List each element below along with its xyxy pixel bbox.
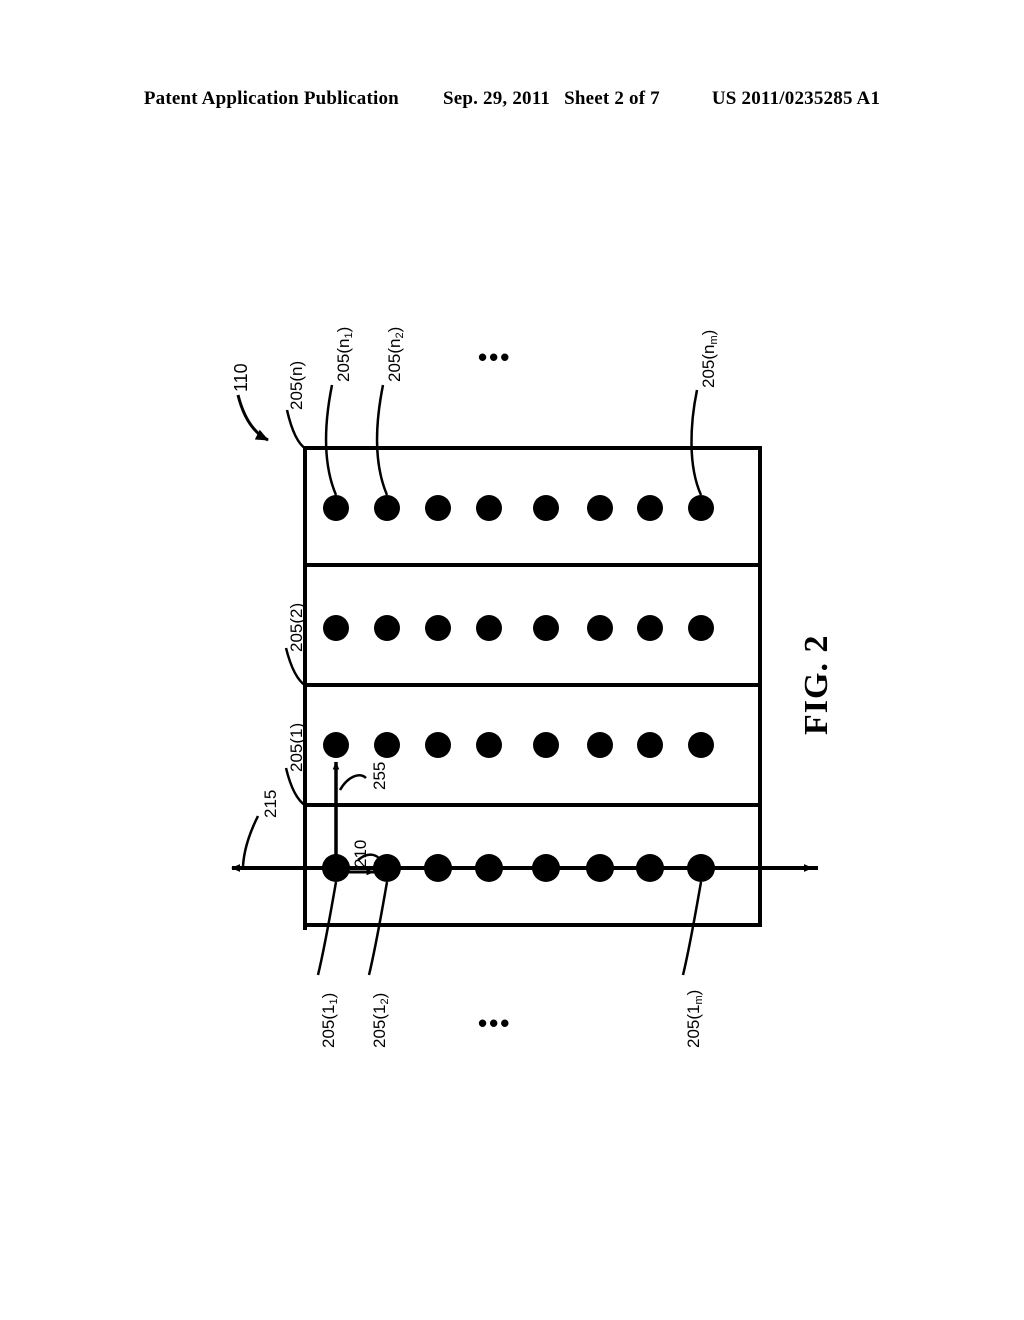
label-205-nm: 205(nm) [699,330,720,388]
label-205-n: 205(n) [287,360,306,410]
node-dot [425,732,451,758]
figure-drawing [231,384,818,976]
leader-255 [338,774,367,791]
node-dot [374,495,400,521]
label-215: 215 [261,789,280,818]
label-205-1-2: 205(12) [370,993,391,1048]
label-210: 210 [351,839,370,868]
leader-205-n [285,409,307,451]
label-205-n1-base: 205(n [334,338,353,382]
node-dot [475,854,503,882]
node-dot [688,615,714,641]
node-dot [424,854,452,882]
ellipsis-bottom: ••• [478,1008,512,1038]
node-dot [688,732,714,758]
label-205-n2-base: 205(n [385,338,404,382]
label-205-n1-sub: 1 [343,332,355,339]
label-205-1-m-sub: m [693,995,705,1005]
dot-row-n [323,495,714,521]
label-205-n2-sub: 2 [394,332,406,339]
node-dot [323,732,349,758]
leader-205-n2 [375,384,389,496]
label-205-1-1-base: 205(1 [319,1004,338,1048]
node-dot [425,495,451,521]
leader-205-n1 [324,384,338,496]
label-205-1: 205(1) [287,722,306,772]
leader-215 [241,815,260,867]
leader-110 [236,394,269,442]
leader-205-1-1 [316,881,338,976]
node-dot [637,615,663,641]
label-205-1-2-base: 205(1 [370,1004,389,1048]
node-dot [533,495,559,521]
label-205-1-1-sub: 1 [328,998,340,1005]
leader-205-1-m [681,881,703,976]
node-dot [637,732,663,758]
node-dot [637,495,663,521]
label-205-2: 205(2) [287,602,306,652]
leader-205-nm [690,389,703,496]
label-205-n1: 205(n1) [334,327,355,382]
node-dot [636,854,664,882]
label-205-1-m: 205(1m) [684,990,705,1048]
dot-row-1 [323,732,714,758]
node-dot [586,854,614,882]
node-dot [476,615,502,641]
leader-205-1-2 [367,881,389,976]
figure-caption: FIG. 2 [798,634,835,735]
label-205-nm-sub: m [708,335,720,345]
node-dot [687,854,715,882]
label-205-n2: 205(n2) [385,327,406,382]
dot-row-2 [323,615,714,641]
node-dot [587,732,613,758]
node-dot [425,615,451,641]
label-255: 255 [370,761,389,790]
label-205-1-1: 205(11) [319,993,340,1048]
node-dot [688,495,714,521]
ellipsis-top: ••• [478,342,512,372]
patent-figure-2: 110 205(n) 205(2) 205(1) 215 255 210 205… [0,0,1024,1320]
label-205-1-2-sub: 2 [379,998,391,1005]
label-205-1-m-base: 205(1 [684,1004,703,1048]
node-dot [323,495,349,521]
node-dot [533,732,559,758]
node-dot [323,615,349,641]
node-dot [374,615,400,641]
node-dot [476,495,502,521]
label-110: 110 [231,363,251,392]
node-dot [476,732,502,758]
label-205-nm-base: 205(n [699,344,718,388]
node-dot [533,615,559,641]
node-dot [532,854,560,882]
node-dot [587,495,613,521]
node-dot [374,732,400,758]
node-dot [587,615,613,641]
node-dot [373,854,401,882]
